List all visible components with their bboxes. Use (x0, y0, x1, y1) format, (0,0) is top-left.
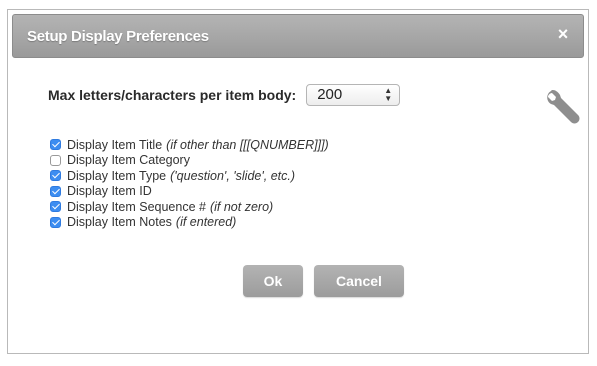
display-options-list: Display Item Title (if other than [[[QNUM… (50, 137, 329, 230)
option-row[interactable]: Display Item ID (50, 184, 329, 200)
option-checkbox[interactable] (50, 139, 61, 151)
max-chars-row: Max letters/characters per item body: 20… (48, 83, 401, 107)
max-chars-value: 200 (317, 86, 343, 103)
option-note: (if other than [[[QNUMBER]]]) (166, 137, 329, 152)
option-note: (if entered) (175, 215, 237, 230)
option-label: Display Item Type (67, 168, 167, 183)
ok-button[interactable]: Ok (243, 265, 303, 297)
option-checkbox[interactable] (50, 216, 61, 228)
option-note: ('question', 'slide', etc.) (170, 168, 296, 183)
option-label: Display Item Title (67, 137, 163, 152)
dialog-title: Setup Display Preferences (27, 28, 209, 45)
option-checkbox[interactable] (50, 154, 61, 166)
max-chars-select[interactable]: 200 ▲ ▼ (306, 84, 401, 106)
option-row[interactable]: Display Item Type ('question', 'slide', e… (50, 168, 329, 184)
option-checkbox[interactable] (50, 201, 61, 213)
option-label: Display Item ID (67, 184, 152, 199)
option-note: (if not zero) (209, 199, 274, 214)
option-label: Display Item Notes (67, 215, 172, 230)
option-row[interactable]: Display Item Notes (if entered) (50, 215, 329, 231)
select-arrows-icon: ▲ ▼ (384, 86, 393, 103)
option-row[interactable]: Display Item Sequence # (if not zero) (50, 199, 329, 215)
option-label: Display Item Category (67, 153, 190, 168)
dialog-buttons: Ok Cancel (243, 265, 404, 297)
close-icon[interactable]: × (555, 25, 571, 43)
option-row[interactable]: Display Item Title (if other than [[[QNUM… (50, 137, 329, 153)
option-checkbox[interactable] (50, 185, 61, 197)
option-checkbox[interactable] (50, 170, 61, 182)
wrench-icon[interactable] (543, 85, 583, 125)
setup-display-preferences-dialog: Setup Display Preferences × Max letters/… (7, 9, 589, 354)
max-chars-label: Max letters/characters per item body: (48, 87, 297, 103)
dialog-titlebar[interactable]: Setup Display Preferences × (12, 14, 584, 58)
option-label: Display Item Sequence # (67, 199, 206, 214)
cancel-button[interactable]: Cancel (314, 265, 404, 297)
option-row[interactable]: Display Item Category (50, 153, 329, 169)
